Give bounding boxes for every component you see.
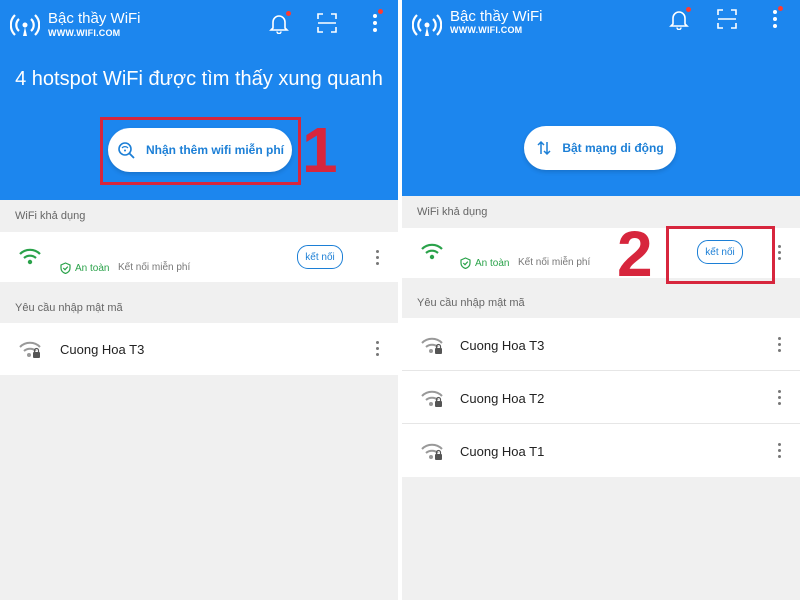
row-more-icon[interactable] [376,341,380,357]
app-title: Bậc thầy WiFi [450,8,543,25]
notification-dot [686,7,691,12]
row-more-icon[interactable] [778,443,782,459]
screen-left: Bậc thầy WiFi WWW.WIFI.COM 4 hotspot WiF… [0,0,398,600]
wifi-signal-icon [19,248,41,265]
wifi-locked-icon [421,390,443,407]
wifi-logo-icon [10,14,40,36]
network-name: Cuong Hoa T1 [460,444,545,459]
more-vert-icon[interactable] [764,8,786,30]
password-network-row[interactable]: Cuong Hoa T1 [402,424,800,477]
notification-dot [378,9,383,14]
free-connect-label: Kết nối miễn phí [518,257,591,268]
free-connect-label: Kết nối miễn phí [118,262,191,273]
password-network-row[interactable]: Cuong Hoa T3 [0,323,398,375]
scan-icon[interactable] [716,8,738,30]
wifi-locked-icon [421,337,443,354]
shield-check-icon [460,257,471,269]
row-more-icon[interactable] [778,245,782,261]
step-1-highlight [100,117,301,185]
app-url: WWW.WIFI.COM [48,28,121,38]
mobile-data-icon [537,140,551,156]
network-name: Cuong Hoa T3 [60,342,145,357]
notification-dot [778,6,783,11]
scan-icon[interactable] [316,12,338,34]
hotspot-count-headline: 4 hotspot WiFi được tìm thấy xung quanh [15,68,383,90]
app-url: WWW.WIFI.COM [450,25,523,35]
shield-check-icon [60,262,71,274]
available-wifi-label: WiFi khả dụng [417,206,488,218]
row-more-icon[interactable] [778,390,782,406]
row-more-icon[interactable] [376,250,380,266]
safe-badge: An toàn [460,257,509,269]
wifi-logo-icon [412,14,442,36]
screen-right: Bậc thầy WiFi WWW.WIFI.COM Bật mạng di đ… [402,0,800,600]
row-more-icon[interactable] [778,337,782,353]
more-vert-icon[interactable] [364,12,386,34]
network-name: Cuong Hoa T2 [460,391,545,406]
password-network-row[interactable]: Cuong Hoa T2 [402,371,800,424]
enable-mobile-data-button[interactable]: Bật mạng di động [524,126,676,170]
wifi-locked-icon [421,443,443,460]
network-name: Cuong Hoa T3 [460,338,545,353]
password-required-label: Yêu cầu nhập mật mã [15,302,123,314]
step-2-highlight [666,226,775,284]
safe-label: An toàn [475,257,510,269]
available-network-row[interactable]: An toàn Kết nối miễn phí kết nối [0,232,398,282]
connect-button[interactable]: kết nối [297,245,343,269]
available-wifi-label: WiFi khả dụng [15,210,86,222]
wifi-locked-icon [19,341,41,358]
safe-badge: An toàn [60,262,109,274]
password-network-row[interactable]: Cuong Hoa T3 [402,318,800,371]
header-right: Bậc thầy WiFi WWW.WIFI.COM Bật mạng di đ… [402,0,800,196]
safe-label: An toàn [75,262,110,274]
step-2-number: 2 [617,218,653,290]
app-title: Bậc thầy WiFi [48,10,141,27]
wifi-signal-icon [421,243,443,260]
enable-mobile-data-label: Bật mạng di động [562,141,664,155]
notification-dot [286,11,291,16]
password-required-label: Yêu cầu nhập mật mã [417,297,525,309]
step-1-number: 1 [302,114,338,186]
